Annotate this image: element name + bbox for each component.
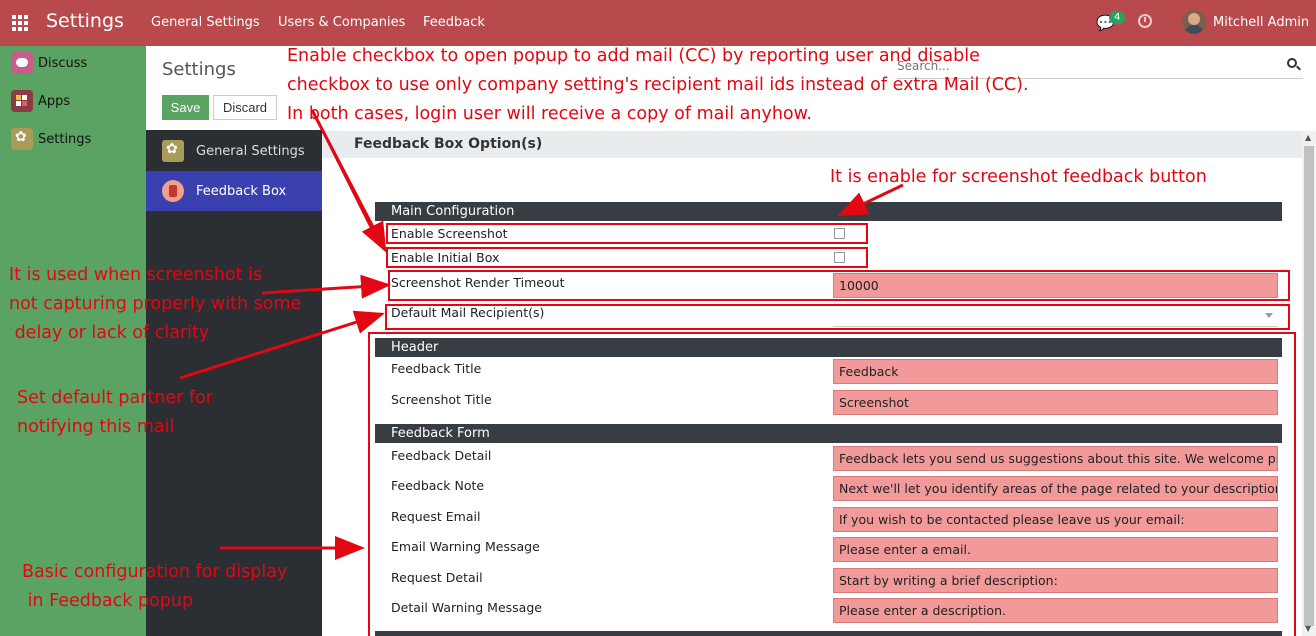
chat-badge: 4 xyxy=(1109,11,1126,24)
app-title: Settings xyxy=(46,10,124,32)
apps-grid-icon[interactable] xyxy=(12,15,30,31)
apps-icon xyxy=(11,90,33,112)
menu-general-settings[interactable]: General Settings xyxy=(151,15,260,30)
group-main-configuration: Main Configuration xyxy=(375,202,1282,221)
activity-clock-icon[interactable] xyxy=(1138,14,1152,28)
app-item-label: Settings xyxy=(38,131,92,147)
top-navbar: Settings General Settings Users & Compan… xyxy=(0,0,1316,46)
highlight-default-recipients xyxy=(385,304,1290,330)
highlight-basic-config xyxy=(368,332,1296,636)
app-item-settings[interactable]: Settings xyxy=(11,128,91,150)
scroll-down-arrow-icon[interactable]: ▼ xyxy=(1305,624,1311,633)
annotation-partner-note: Set default partner for notifying this m… xyxy=(17,388,214,437)
settings-nav-label: General Settings xyxy=(196,143,305,159)
settings-gear-icon xyxy=(11,128,33,150)
app-item-discuss[interactable]: Discuss xyxy=(11,52,87,74)
search-icon[interactable] xyxy=(1287,58,1297,68)
scrollbar-thumb[interactable] xyxy=(1304,146,1314,626)
app-item-label: Discuss xyxy=(38,55,88,71)
section-title: Feedback Box Option(s) xyxy=(354,136,543,152)
annotation-basic-note: Basic configuration for display in Feedb… xyxy=(22,562,288,611)
page-title: Settings xyxy=(162,59,236,80)
save-button[interactable]: Save xyxy=(162,95,209,120)
app-item-apps[interactable]: Apps xyxy=(11,90,70,112)
settings-nav-label: Feedback Box xyxy=(196,183,287,199)
highlight-render-timeout xyxy=(388,270,1290,301)
settings-gear-icon xyxy=(162,140,184,162)
annotation-timeout-note: It is used when screenshot is not captur… xyxy=(9,265,302,343)
scroll-up-arrow-icon[interactable]: ▲ xyxy=(1305,133,1311,142)
annotation-screenshot-note: It is enable for screenshot feedback but… xyxy=(830,167,1207,187)
avatar[interactable] xyxy=(1182,10,1206,34)
annotation-cc-note: Enable checkbox to open popup to add mai… xyxy=(287,46,1029,124)
menu-users-companies[interactable]: Users & Companies xyxy=(278,15,405,30)
discard-button[interactable]: Discard xyxy=(213,95,277,120)
app-item-label: Apps xyxy=(38,93,71,109)
settings-nav-feedback-box[interactable]: Feedback Box xyxy=(146,171,322,211)
highlight-enable-initial-box xyxy=(386,247,868,268)
feedback-box-icon xyxy=(162,180,184,202)
settings-nav-general[interactable]: General Settings xyxy=(146,131,322,171)
highlight-enable-screenshot xyxy=(386,223,868,244)
user-name[interactable]: Mitchell Admin xyxy=(1213,15,1309,30)
discuss-icon xyxy=(11,52,33,74)
menu-feedback[interactable]: Feedback xyxy=(423,15,485,30)
